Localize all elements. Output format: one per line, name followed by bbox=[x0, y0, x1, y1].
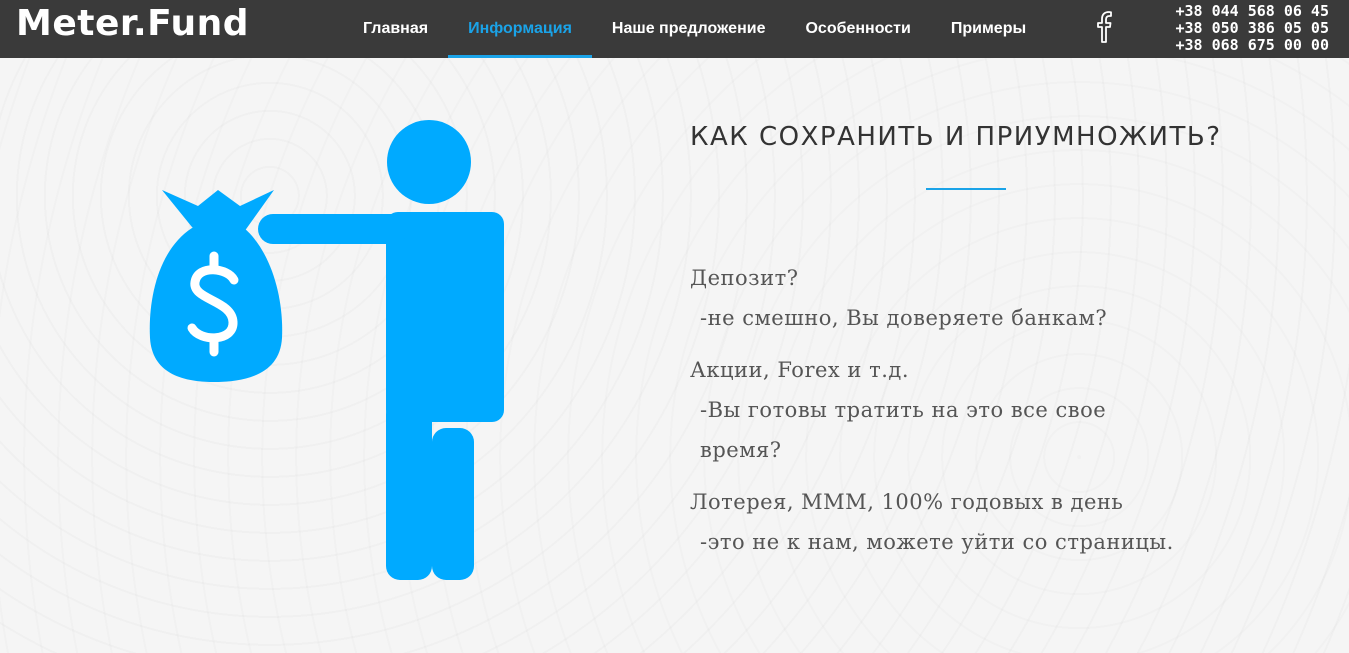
phone-list: +38 044 568 06 45 +38 050 386 05 05 +38 … bbox=[1175, 3, 1329, 54]
paragraph-answer: -это не к нам, можете уйти со страницы. bbox=[700, 530, 1174, 554]
info-paragraphs: Депозит? -не смешно, Вы доверяете банкам… bbox=[690, 258, 1290, 562]
main-content: КАК СОХРАНИТЬ И ПРИУМНОЖИТЬ? Депозит? -н… bbox=[690, 120, 1290, 574]
nav-item-home[interactable]: Главная bbox=[343, 0, 448, 58]
page: Meter.Fund Главная Информация Наше предл… bbox=[0, 0, 1349, 653]
nav-item-features[interactable]: Особенности bbox=[785, 0, 930, 58]
site-logo[interactable]: Meter.Fund bbox=[16, 2, 249, 46]
paragraph-answer: -не смешно, Вы доверяете банкам? bbox=[700, 306, 1108, 330]
nav-item-information[interactable]: Информация bbox=[448, 0, 592, 58]
nav-item-examples[interactable]: Примеры bbox=[931, 0, 1046, 58]
person-with-money-bag-icon bbox=[149, 120, 504, 580]
heading-divider bbox=[926, 188, 1006, 190]
facebook-icon[interactable] bbox=[1095, 10, 1117, 44]
info-paragraph-lottery: Лотерея, МММ, 100% годовых в день -это н… bbox=[690, 482, 1290, 562]
info-paragraph-stocks: Акции, Forex и т.д. -Вы готовы тратить н… bbox=[690, 350, 1290, 470]
phone-number[interactable]: +38 068 675 00 00 bbox=[1175, 37, 1329, 54]
paragraph-question: Депозит? bbox=[690, 266, 799, 290]
main-nav: Главная Информация Наше предложение Особ… bbox=[343, 0, 1046, 58]
top-navbar: Meter.Fund Главная Информация Наше предл… bbox=[0, 0, 1349, 58]
phone-number[interactable]: +38 044 568 06 45 bbox=[1175, 3, 1329, 20]
section-heading: КАК СОХРАНИТЬ И ПРИУМНОЖИТЬ? bbox=[690, 122, 1222, 152]
paragraph-question: Акции, Forex и т.д. bbox=[690, 358, 909, 382]
info-paragraph-deposit: Депозит? -не смешно, Вы доверяете банкам… bbox=[690, 258, 1290, 338]
phone-number[interactable]: +38 050 386 05 05 bbox=[1175, 20, 1329, 37]
paragraph-question: Лотерея, МММ, 100% годовых в день bbox=[690, 490, 1124, 514]
paragraph-answer: -Вы готовы тратить на это все свое время… bbox=[700, 398, 1107, 462]
nav-item-offer[interactable]: Наше предложение bbox=[592, 0, 786, 58]
